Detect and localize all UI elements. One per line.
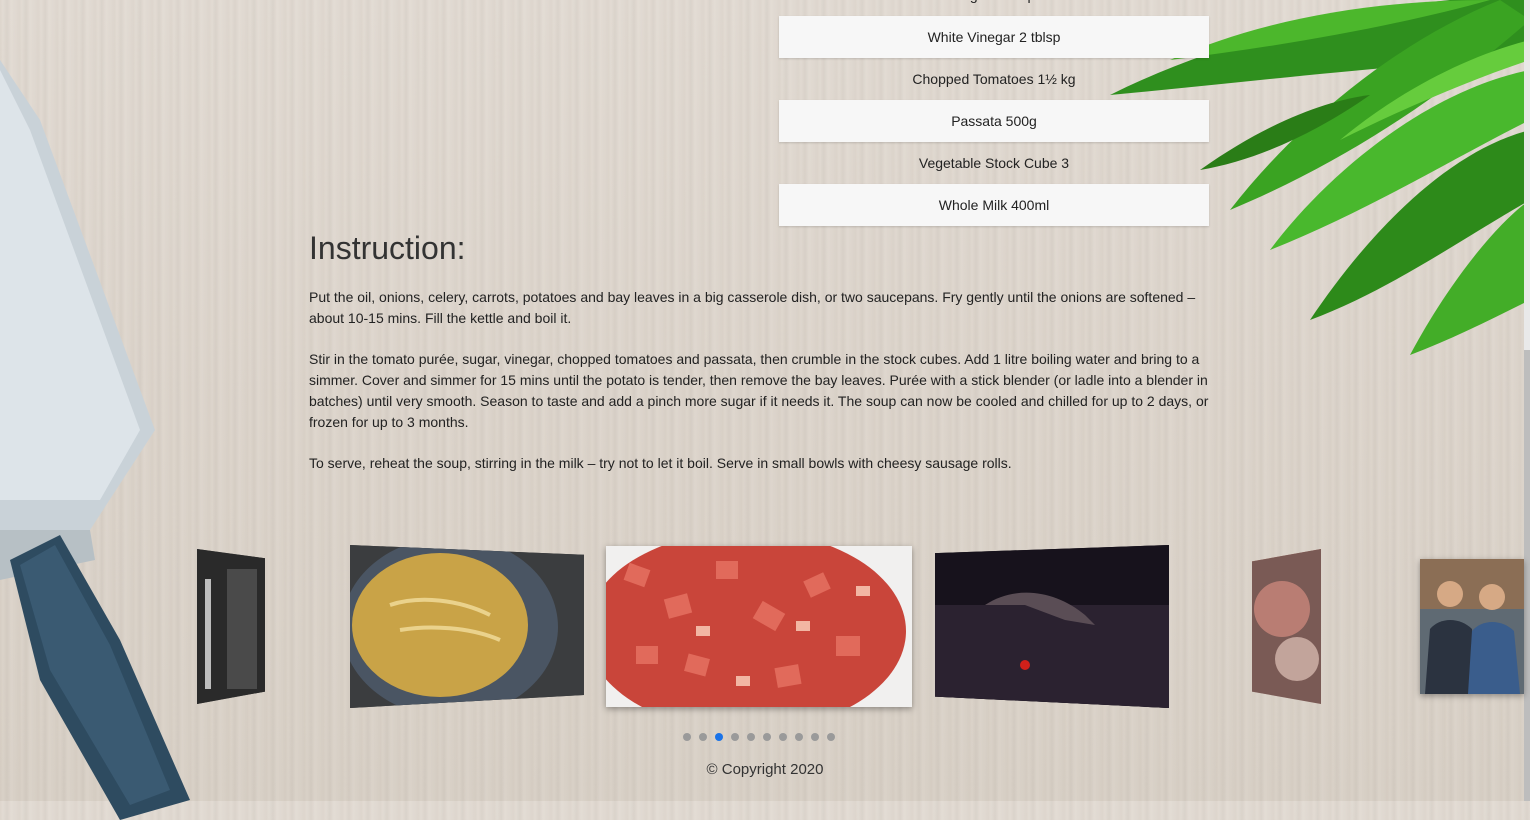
soup-bowl-image — [350, 545, 584, 708]
instruction-text: Put the oil, onions, celery, carrots, po… — [309, 287, 1214, 494]
carousel-dot[interactable] — [811, 733, 819, 741]
ingredient-item: Passata 500g — [779, 100, 1209, 142]
dark-hallway-image — [197, 549, 265, 704]
instruction-paragraph: Stir in the tomato purée, sugar, vinegar… — [309, 351, 1209, 430]
instruction-heading: Instruction: — [309, 230, 466, 266]
carousel-slide-soup[interactable] — [350, 545, 584, 708]
carousel-dot[interactable] — [731, 733, 739, 741]
carousel-dot[interactable] — [699, 733, 707, 741]
carousel-dot[interactable] — [683, 733, 691, 741]
carousel-dot[interactable] — [795, 733, 803, 741]
carousel-slide-animated-scene[interactable] — [935, 545, 1169, 708]
chopped-tomatoes-image — [606, 546, 912, 707]
carousel-slide-two-men[interactable] — [1420, 559, 1524, 694]
carousel-slide-tomatoes[interactable] — [606, 546, 912, 707]
image-carousel[interactable] — [0, 540, 1530, 720]
ingredient-item: White Vinegar 2 tblsp — [779, 16, 1209, 58]
instruction-paragraph: To serve, reheat the soup, stirring in t… — [309, 455, 1012, 471]
footer-copyright: © Copyright 2020 — [706, 761, 824, 778]
carousel-slide-blurred-food[interactable] — [1252, 549, 1321, 704]
ingredients-list: Sugar 2 tblsp White Vinegar 2 tblsp Chop… — [779, 0, 1209, 226]
ingredient-item: Vegetable Stock Cube 3 — [918, 155, 1070, 171]
blurred-food-image — [1252, 549, 1321, 704]
carousel-pagination — [683, 733, 835, 741]
ingredient-item: Whole Milk 400ml — [779, 184, 1209, 226]
two-men-image — [1420, 559, 1524, 694]
carousel-dot[interactable] — [827, 733, 835, 741]
carousel-dot[interactable] — [715, 733, 723, 741]
ingredient-item: Chopped Tomatoes 1½ kg — [912, 71, 1076, 87]
animated-scene-image — [935, 545, 1169, 708]
carousel-slide-dark-hallway[interactable] — [197, 549, 265, 704]
carousel-dot[interactable] — [779, 733, 787, 741]
carousel-dot[interactable] — [763, 733, 771, 741]
carousel-dot[interactable] — [747, 733, 755, 741]
ingredient-item: Sugar 2 tblsp — [779, 0, 1209, 16]
instruction-paragraph: Put the oil, onions, celery, carrots, po… — [309, 289, 1196, 326]
